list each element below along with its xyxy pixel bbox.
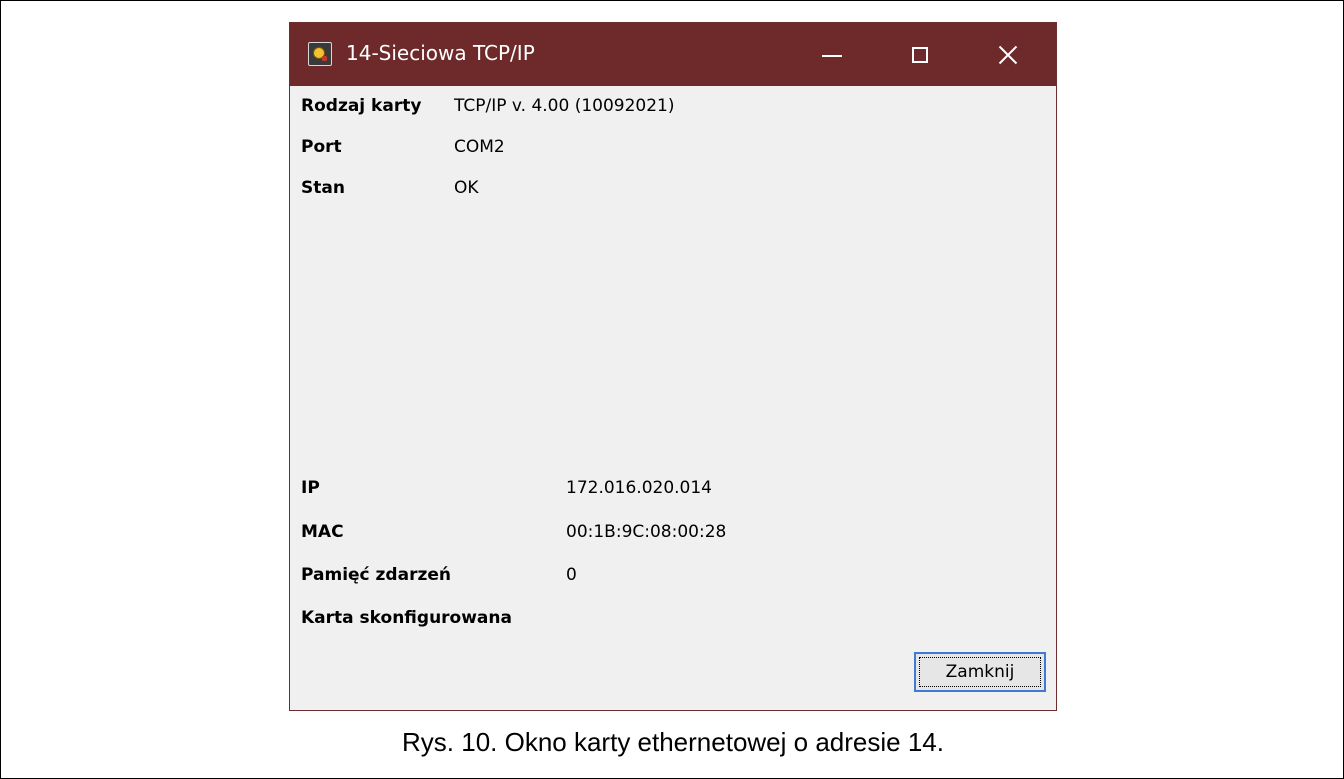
minimize-button[interactable] bbox=[800, 23, 864, 86]
close-icon bbox=[998, 45, 1018, 65]
status-label: Stan bbox=[301, 178, 345, 198]
tcpip-window: 14-Sieciowa TCP/IP Rodzaj karty TCP/IP v… bbox=[289, 22, 1057, 711]
title-bar[interactable]: 14-Sieciowa TCP/IP bbox=[290, 23, 1056, 86]
card-type-value: TCP/IP v. 4.00 (10092021) bbox=[454, 96, 675, 116]
ip-value: 172.016.020.014 bbox=[566, 478, 713, 498]
card-type-label: Rodzaj karty bbox=[301, 96, 422, 116]
close-button[interactable]: Zamknij bbox=[914, 652, 1046, 692]
ip-label: IP bbox=[301, 478, 320, 498]
port-label: Port bbox=[301, 137, 342, 157]
event-memory-value: 0 bbox=[566, 565, 577, 585]
minimize-icon bbox=[822, 54, 842, 57]
event-memory-label: Pamięć zdarzeń bbox=[301, 565, 451, 585]
app-icon bbox=[308, 42, 332, 66]
figure-caption: Rys. 10. Okno karty ethernetowej o adres… bbox=[402, 727, 944, 757]
close-window-button[interactable] bbox=[976, 23, 1040, 86]
card-configured-label: Karta skonfigurowana bbox=[301, 608, 512, 628]
figure-frame: 14-Sieciowa TCP/IP Rodzaj karty TCP/IP v… bbox=[0, 0, 1344, 779]
status-value: OK bbox=[454, 178, 479, 198]
mac-value: 00:1B:9C:08:00:28 bbox=[566, 522, 727, 542]
window-title: 14-Sieciowa TCP/IP bbox=[346, 41, 535, 65]
mac-label: MAC bbox=[301, 522, 344, 542]
focus-outline bbox=[919, 657, 1041, 687]
maximize-icon bbox=[912, 46, 928, 63]
port-value: COM2 bbox=[454, 137, 505, 157]
maximize-button[interactable] bbox=[888, 23, 952, 86]
